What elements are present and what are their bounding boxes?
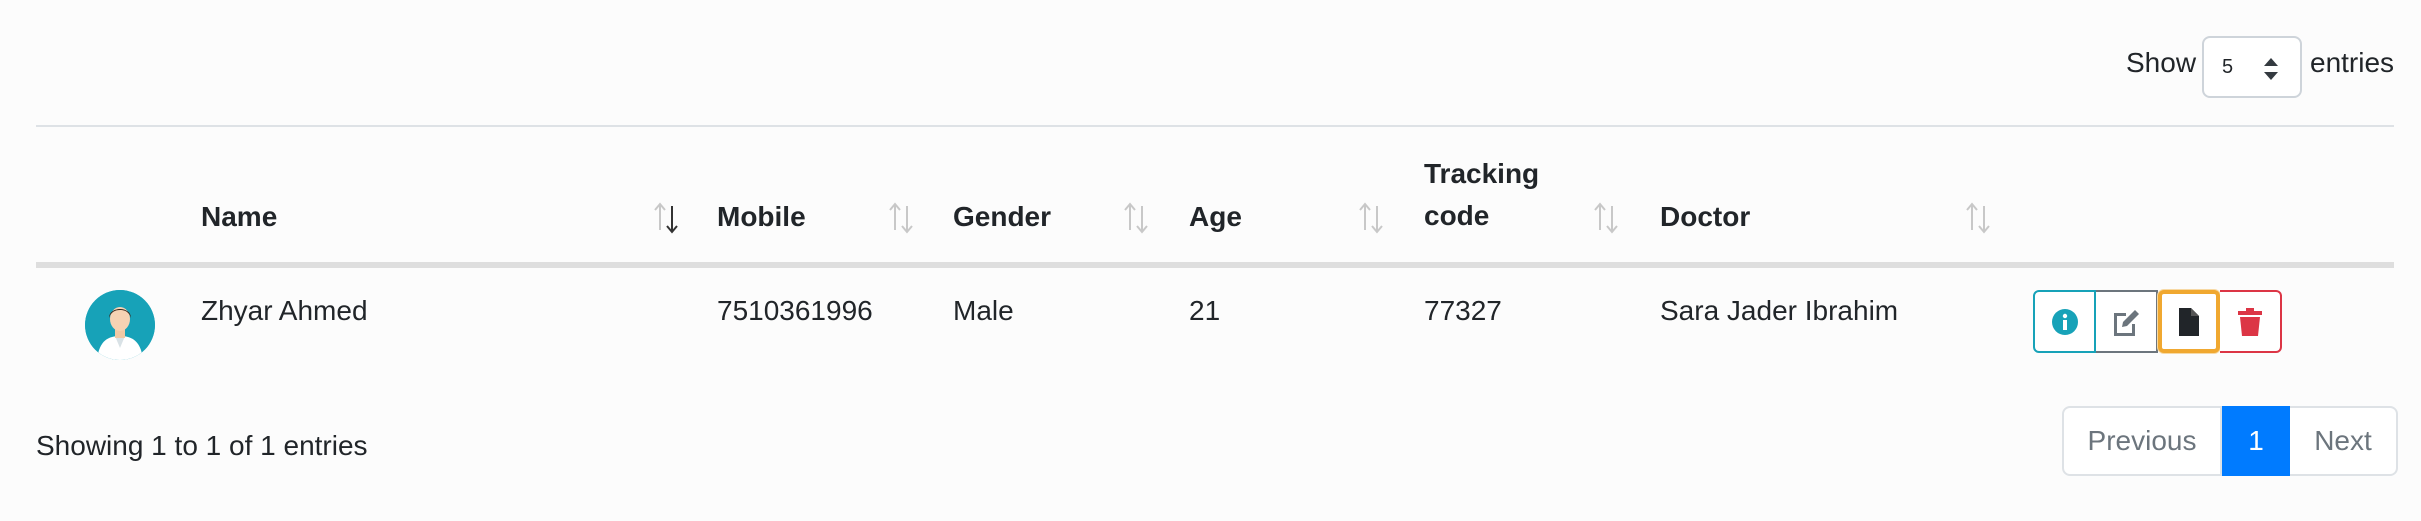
- sort-icon[interactable]: [885, 200, 917, 236]
- edit-button[interactable]: [2096, 290, 2158, 353]
- column-header-mobile[interactable]: Mobile: [717, 196, 806, 238]
- pagination: Previous 1 Next: [2062, 406, 2398, 476]
- column-header-name[interactable]: Name: [201, 196, 277, 238]
- entries-per-page-value: 5: [2222, 56, 2234, 78]
- column-header-age[interactable]: Age: [1189, 196, 1242, 238]
- sort-icon[interactable]: [650, 200, 682, 236]
- select-arrows-icon: [2264, 58, 2278, 80]
- info-button[interactable]: [2033, 290, 2096, 353]
- cell-doctor: Sara Jader Ibrahim: [1660, 295, 1899, 326]
- trash-icon: [2238, 307, 2262, 336]
- row-actions: [2033, 290, 2282, 353]
- cell-tracking-code: 77327: [1424, 295, 1502, 326]
- delete-button[interactable]: [2220, 290, 2282, 353]
- sort-icon[interactable]: [1120, 200, 1152, 236]
- cell-name: Zhyar Ahmed: [201, 295, 368, 326]
- column-header-gender[interactable]: Gender: [953, 196, 1051, 238]
- table-top-border: [36, 125, 2394, 127]
- cell-mobile: 7510361996: [717, 295, 873, 326]
- table-info-text: Showing 1 to 1 of 1 entries: [36, 430, 368, 461]
- doctor-avatar-icon: [85, 290, 155, 360]
- previous-page-button[interactable]: Previous: [2062, 406, 2222, 476]
- cell-age: 21: [1189, 295, 1221, 326]
- show-label: Show: [2126, 47, 2197, 78]
- sort-icon[interactable]: [1962, 200, 1994, 236]
- column-header-doctor[interactable]: Doctor: [1660, 196, 1750, 238]
- page-1-button[interactable]: 1: [2222, 406, 2290, 476]
- entries-per-page-select[interactable]: 5: [2202, 36, 2302, 98]
- cell-gender: Male: [953, 295, 1014, 326]
- column-header-tracking-code[interactable]: Tracking code: [1424, 153, 1544, 237]
- next-page-button[interactable]: Next: [2290, 406, 2398, 476]
- sort-icon[interactable]: [1355, 200, 1387, 236]
- info-icon: [2051, 308, 2078, 335]
- document-button[interactable]: [2158, 290, 2220, 353]
- document-icon: [2179, 307, 2199, 336]
- avatar: [85, 290, 155, 360]
- edit-icon: [2114, 309, 2139, 336]
- sort-icon[interactable]: [1590, 200, 1622, 236]
- table-header-border: [36, 262, 2394, 268]
- entries-label: entries: [2310, 47, 2395, 78]
